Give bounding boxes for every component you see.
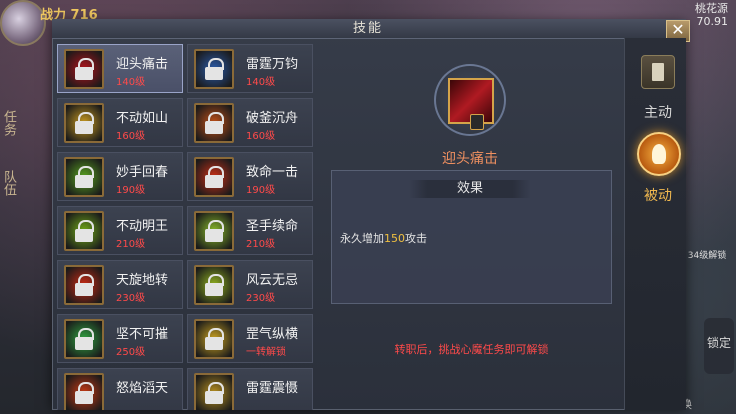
skill-name: 坚不可摧 [116,327,169,342]
lock-icon [205,166,224,188]
skill-unlock-level: 140级 [246,77,276,88]
skill-book-icon[interactable] [641,55,675,89]
skill-icon [194,319,234,359]
skill-icon [194,157,234,197]
skill-name: 不动如山 [116,111,169,126]
skill-unlock-level: 190级 [246,185,276,196]
skill-icon [194,49,234,89]
skill-unlock-level: 210级 [246,239,276,250]
skill-cell[interactable]: 迎头痛击 140级 [57,44,183,93]
skill-cell[interactable]: 圣手续命 210级 [187,206,313,255]
skill-name: 雷霆万钧 [246,57,299,72]
skill-icon [64,265,104,305]
lock-icon [205,220,224,242]
skill-name: 圣手续命 [246,219,299,234]
skill-icon [194,265,234,305]
skill-icon [194,103,234,143]
skill-cell[interactable]: 妙手回春 190级 [57,152,183,201]
lock-icon [75,274,94,296]
unlock-condition: 转职后，挑战心魔任务即可解锁 [394,343,549,356]
skill-name: 风云无忌 [246,273,299,288]
lock-icon [75,166,94,188]
lock-icon [75,328,94,350]
tab-team[interactable]: 队伍 [0,170,16,196]
location-display: 桃花源 70.91 [695,2,728,28]
skill-unlock-level: 190级 [116,185,146,196]
unlock-hint: 34级解锁 [687,251,727,261]
skill-icon [64,103,104,143]
lock-icon [205,274,224,296]
effect-prefix: 永久增加 [340,232,384,245]
skill-icon [194,373,234,410]
skill-unlock-level: 250级 [116,347,146,358]
skill-unlock-level: 140级 [116,77,146,88]
effect-suffix: 攻击 [405,232,427,245]
skill-icon [64,157,104,197]
skill-name: 迎头痛击 [116,57,169,72]
skill-type-tabs [624,38,686,410]
skill-cell[interactable]: 不动明王 210级 [57,206,183,255]
location-name: 桃花源 [695,2,728,15]
skill-cell[interactable]: 致命一击 190级 [187,152,313,201]
skill-name: 致命一击 [246,165,299,180]
skill-cell[interactable]: 不动如山 160级 [57,98,183,147]
skill-cell[interactable]: 雷霆震慑 [187,368,313,410]
skill-name: 罡气纵横 [246,327,299,342]
passive-skill-icon[interactable] [637,132,681,176]
detail-lock-icon [470,114,484,130]
skill-unlock-level: 160级 [246,131,276,142]
skill-name: 天旋地转 [116,273,169,288]
skill-icon [194,211,234,251]
lock-icon [205,382,224,404]
skill-cell[interactable]: 坚不可摧 250级 [57,314,183,363]
tab-active-skills[interactable]: 主动 [638,102,678,122]
effect-description: 永久增加150攻击 [340,230,427,246]
tab-quest[interactable]: 任务 [0,110,16,136]
skill-cell[interactable]: 破釜沉舟 160级 [187,98,313,147]
skill-cell[interactable]: 天旋地转 230级 [57,260,183,309]
skill-unlock-level: 230级 [246,293,276,304]
skill-name: 妙手回春 [116,165,169,180]
skill-unlock-level: 230级 [116,293,146,304]
skill-list: 迎头痛击 140级 雷霆万钧 140级不动如山 160级 破釜沉舟 160级妙手回春 190级… [57,44,313,410]
detail-skill-frame [428,58,514,138]
skill-unlock-level: 210级 [116,239,146,250]
detail-skill-name: 迎头痛击 [442,151,498,167]
skill-name: 怒焰滔天 [116,381,169,396]
skill-name: 不动明王 [116,219,169,234]
lock-icon [205,58,224,80]
lock-button[interactable]: 锁定 [704,318,734,374]
effect-value: 150 [384,232,405,245]
skill-cell[interactable]: 雷霆万钧 140级 [187,44,313,93]
skill-name: 雷霆震慑 [246,381,299,396]
lock-icon [205,112,224,134]
left-hud-tabs: 任务 队伍 [0,110,22,230]
lock-icon [205,328,224,350]
skill-unlock-level: 一转解锁 [246,347,286,358]
skill-cell[interactable]: 风云无忌 230级 [187,260,313,309]
tab-passive-skills[interactable]: 被动 [638,185,678,205]
panel-title: 技能 [352,21,383,36]
lock-icon [75,112,94,134]
skill-cell[interactable]: 罡气纵横 一转解锁 [187,314,313,363]
location-coord: 70.91 [696,15,729,28]
skill-icon [64,211,104,251]
skill-icon [64,373,104,410]
lock-icon [75,382,94,404]
lock-icon [75,58,94,80]
lock-icon [75,220,94,242]
skill-icon [64,319,104,359]
skill-unlock-level: 160级 [116,131,146,142]
skill-cell[interactable]: 怒焰滔天 [57,368,183,410]
skill-icon [64,49,104,89]
skill-name: 破釜沉舟 [246,111,299,126]
effect-header: 效果 [409,180,531,198]
